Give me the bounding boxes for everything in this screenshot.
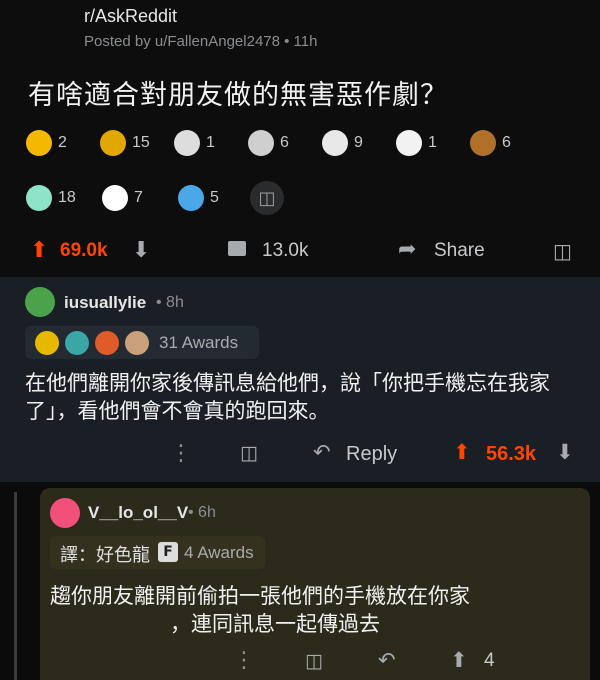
upvote-icon[interactable]: ⬆ xyxy=(450,648,468,672)
comment-body-line-1: 趨你朋友離開前偷拍一張他們的手機放在你家 xyxy=(50,584,470,608)
comment-2: V__lo_ol__V • 6h 譯：好色龍 F 4 Awards 趨你朋友離開… xyxy=(40,488,590,680)
medal-award-icon xyxy=(65,331,89,355)
award-count: 7 xyxy=(134,189,143,206)
crying-laughing-icon xyxy=(396,130,422,156)
comment-actions: ⋮ ◫ ↶ Reply ⬆ 56.3k ⬇ xyxy=(0,437,600,473)
comment-1: iusuallylie • 8h 31 Awards 在他們離開你家後傳訊息給他… xyxy=(0,277,600,482)
reply-button[interactable]: Reply xyxy=(346,443,397,466)
comment-time: • 8h xyxy=(156,294,184,311)
more-options-icon[interactable]: ⋮ xyxy=(233,648,255,673)
avatar[interactable] xyxy=(25,287,55,317)
award-chip[interactable]: 1 xyxy=(174,127,215,159)
award-chip[interactable]: 6 xyxy=(248,127,289,159)
award-chip[interactable]: 7 xyxy=(102,182,143,214)
upvote-icon[interactable]: ⬆ xyxy=(30,238,48,263)
gift-icon[interactable]: ◫ xyxy=(240,442,258,464)
gift-icon[interactable]: ◫ xyxy=(305,650,323,672)
award-count: 6 xyxy=(502,134,511,151)
f-key-award-icon xyxy=(174,130,200,156)
more-options-icon[interactable]: ⋮ xyxy=(170,441,192,466)
gold-trophy-icon xyxy=(100,130,126,156)
clapping-hands-icon xyxy=(248,130,274,156)
award-chip[interactable]: 5 xyxy=(178,182,219,214)
subreddit-name[interactable]: r/AskReddit xyxy=(84,6,177,27)
laughing-face-icon xyxy=(322,130,348,156)
award-count: 18 xyxy=(58,189,76,206)
hand-award-icon xyxy=(125,331,149,355)
post-meta: Posted by u/FallenAngel2478 • 11h xyxy=(84,33,318,50)
award-count: 6 xyxy=(280,134,289,151)
heart-snoo-icon xyxy=(178,185,204,211)
upvote-icon[interactable]: ⬆ xyxy=(453,440,471,464)
post-actions: ⬆ 69.0k ⬇ 13.0k ➦ Share ◫ xyxy=(0,232,600,272)
downvote-icon[interactable]: ⬇ xyxy=(556,440,574,464)
comment-author[interactable]: iusuallylie xyxy=(64,293,146,313)
snoo-icon xyxy=(102,185,128,211)
explosion-award-icon xyxy=(95,331,119,355)
award-chip[interactable]: 2 xyxy=(26,127,67,159)
award-chip[interactable]: 6 xyxy=(470,127,511,159)
comment-body-line-2: ，連同訊息一起傳過去 xyxy=(170,612,380,636)
give-award-icon[interactable]: ◫ xyxy=(250,181,284,215)
award-count: 2 xyxy=(58,134,67,151)
post-upvote-count: 69.0k xyxy=(60,240,108,261)
post-card: r/AskReddit Posted by u/FallenAngel2478 … xyxy=(0,0,600,275)
post-title: 有啥適合對朋友做的無害惡作劇？ xyxy=(28,80,448,111)
award-chip[interactable]: 1 xyxy=(396,127,437,159)
award-count: 15 xyxy=(132,134,150,151)
downvote-icon[interactable]: ⬇ xyxy=(132,238,150,263)
comment-time: • 6h xyxy=(188,504,216,521)
awards-badge[interactable]: 譯：好色龍 F 4 Awards xyxy=(50,536,265,569)
star-award-icon xyxy=(26,130,52,156)
thread-line[interactable] xyxy=(14,492,17,680)
reply-icon[interactable]: ↶ xyxy=(313,440,331,464)
awards-count: 31 Awards xyxy=(159,333,239,352)
award-count: 1 xyxy=(206,134,215,151)
comment-upvote-count: 4 xyxy=(484,650,495,671)
award-count: 5 xyxy=(210,189,219,206)
reply-icon[interactable]: ↶ xyxy=(378,648,396,672)
share-button[interactable]: Share xyxy=(434,240,485,262)
angel-icon xyxy=(26,185,52,211)
awards-badge[interactable]: 31 Awards xyxy=(25,326,259,359)
comment-actions: ⋮ ◫ ↶ ⬆ 4 xyxy=(40,648,590,680)
f-key-award-icon: F xyxy=(158,542,178,562)
monkey-icon xyxy=(470,130,496,156)
gift-icon[interactable]: ◫ xyxy=(553,239,572,263)
comment-icon[interactable] xyxy=(228,241,246,256)
award-chip[interactable]: 9 xyxy=(322,127,363,159)
share-icon[interactable]: ➦ xyxy=(398,237,416,262)
comment-body: 在他們離開你家後傳訊息給他們，說「你把手機忘在我家了」，看他們會不會真的跑回來。 xyxy=(25,371,550,423)
comment-author[interactable]: V__lo_ol__V xyxy=(88,503,188,523)
award-count: 1 xyxy=(428,134,437,151)
awards-count: 4 Awards xyxy=(184,543,254,562)
comment-count[interactable]: 13.0k xyxy=(262,240,308,262)
comment-upvote-count: 56.3k xyxy=(486,443,537,465)
award-chip[interactable]: 18 xyxy=(26,182,76,214)
translator-watermark: 譯：好色龍 xyxy=(60,545,150,566)
award-chip[interactable]: 15 xyxy=(100,127,150,159)
helmet-award-icon xyxy=(35,331,59,355)
avatar[interactable] xyxy=(50,498,80,528)
award-count: 9 xyxy=(354,134,363,151)
